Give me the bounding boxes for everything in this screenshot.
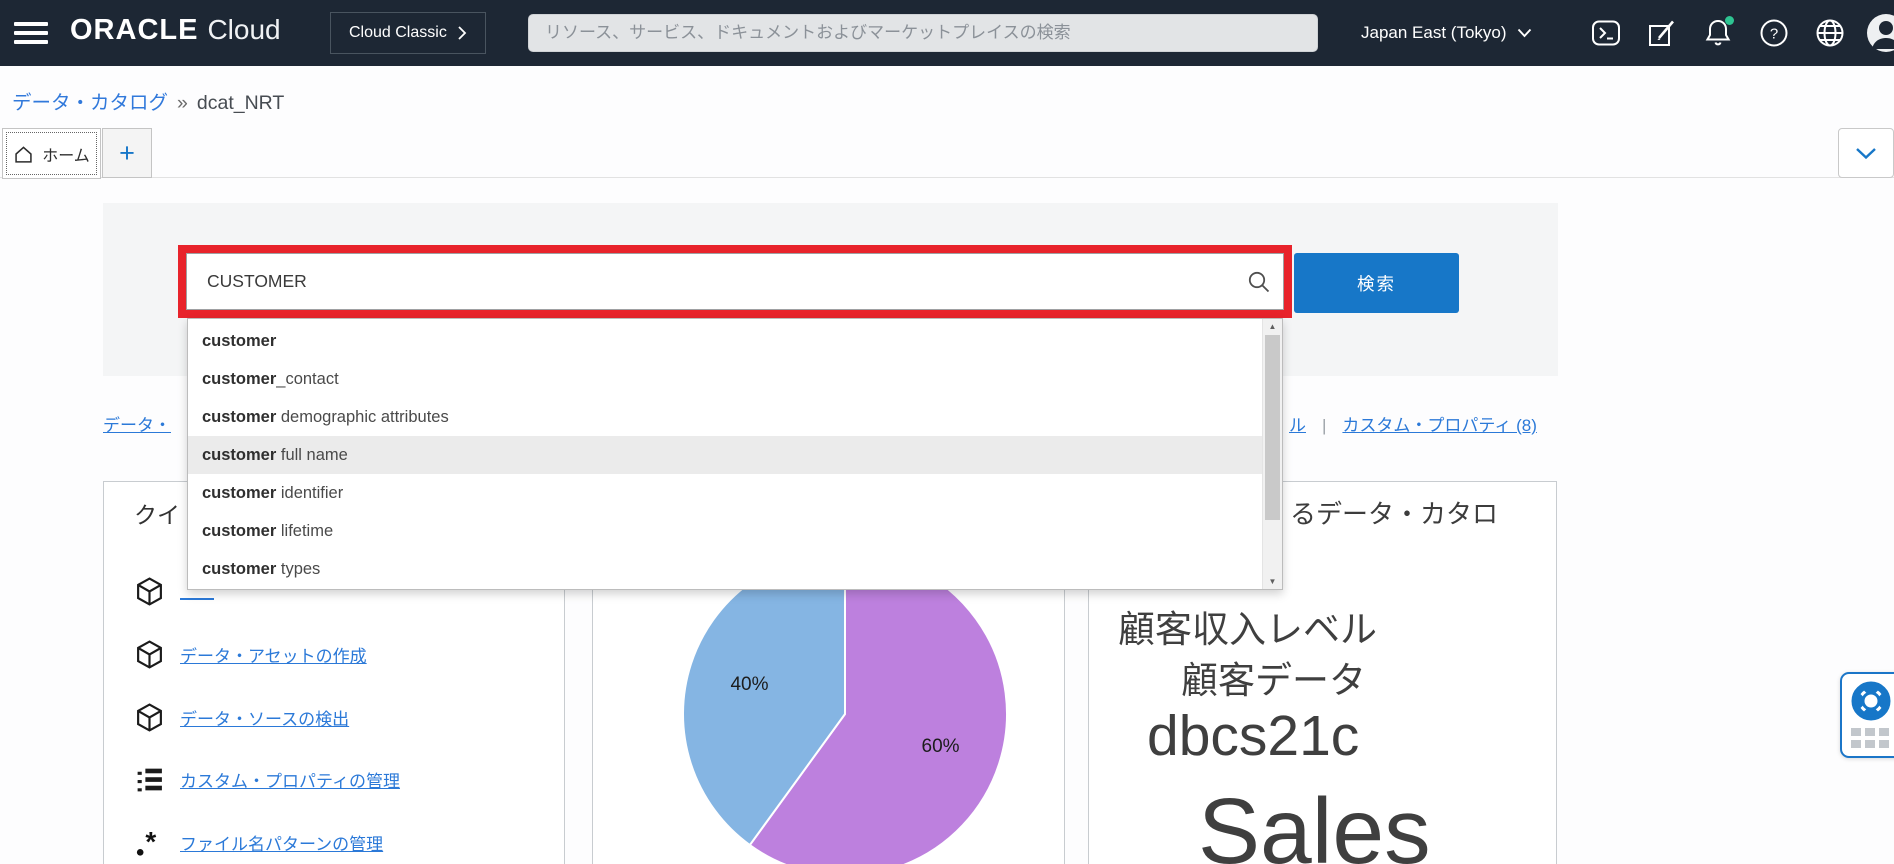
manage-custom-properties-link[interactable]: カスタム・プロパティの管理 xyxy=(180,767,400,792)
suggestion-item[interactable]: customer demographic attributes xyxy=(188,398,1282,436)
tabs-overflow-button[interactable] xyxy=(1838,128,1894,178)
pie-chart-svg: 60% 40% xyxy=(675,544,1015,864)
manage-filename-patterns-link[interactable]: ファイル名パターンの管理 xyxy=(180,830,383,855)
suggestion-bold: customer xyxy=(202,522,276,540)
data-asset-cube-icon xyxy=(134,702,165,733)
floating-help-widget[interactable] xyxy=(1840,672,1894,758)
hamburger-menu-icon[interactable] xyxy=(14,22,48,44)
language-globe-icon[interactable] xyxy=(1810,13,1850,53)
quick-actions-title-fragment: クイ xyxy=(134,496,180,530)
file-pattern-regex-icon: * xyxy=(134,827,165,858)
scroll-down-arrow-icon[interactable]: ▼ xyxy=(1263,574,1282,589)
svg-text:*: * xyxy=(145,827,156,857)
chevron-right-icon xyxy=(457,25,467,41)
edit-note-icon[interactable] xyxy=(1642,13,1682,53)
suggestion-item[interactable]: customer_contact xyxy=(188,360,1282,398)
word-cloud-word: 顧客収入レベル xyxy=(1118,611,1377,648)
global-search-input[interactable] xyxy=(528,14,1318,52)
oracle-cloud-data-catalog-screen: ORACLE Cloud Cloud Classic Japan East (T… xyxy=(0,0,1894,864)
chevron-down-icon xyxy=(1517,28,1532,38)
cloud-shell-icon[interactable] xyxy=(1586,13,1626,53)
dropdown-scrollbar[interactable]: ▲ ▼ xyxy=(1262,319,1282,589)
word-cloud-title-fragment: るデータ・カタロ xyxy=(1290,494,1498,531)
cloud-classic-label: Cloud Classic xyxy=(349,24,447,42)
add-tab-button[interactable]: + xyxy=(102,128,152,178)
suggestion-rest: _contact xyxy=(276,370,338,388)
word-cloud-word: Sales xyxy=(1198,785,1431,864)
create-data-asset-link[interactable]: データ・アセットの作成 xyxy=(180,642,367,667)
suggestion-item[interactable]: customer lifetime xyxy=(188,512,1282,550)
data-asset-cube-icon xyxy=(134,639,165,670)
summary-link-left-fragment[interactable]: データ・ xyxy=(103,411,171,436)
word-cloud-word: 顧客データ xyxy=(1181,662,1366,699)
discover-data-sources-link[interactable]: データ・ソースの検出 xyxy=(180,705,349,730)
search-magnifier-icon[interactable] xyxy=(1246,269,1272,295)
scroll-up-arrow-icon[interactable]: ▲ xyxy=(1263,319,1282,334)
breadcrumb: データ・カタログ » dcat_NRT xyxy=(12,86,284,115)
suggestion-item-highlighted[interactable]: customer full name xyxy=(188,436,1282,474)
quick-action-row: * ファイル名パターンの管理 xyxy=(134,827,383,858)
suggestion-bold: customer xyxy=(202,370,276,388)
home-icon xyxy=(13,144,34,164)
suggestion-bold: customer xyxy=(202,332,276,350)
profile-icon[interactable] xyxy=(1864,13,1894,53)
catalog-search-input[interactable] xyxy=(186,253,1284,310)
breadcrumb-current: dcat_NRT xyxy=(197,92,284,115)
suggestion-item[interactable]: customer xyxy=(188,322,1282,360)
quick-action-row: カスタム・プロパティの管理 xyxy=(134,764,400,795)
scrollbar-thumb[interactable] xyxy=(1265,335,1280,520)
summary-links-right: ル | カスタム・プロパティ (8) xyxy=(1289,411,1537,436)
links-separator: | xyxy=(1322,416,1326,436)
suggestion-rest: demographic attributes xyxy=(276,408,448,426)
search-suggestions-dropdown: customer customer_contact customer demog… xyxy=(187,318,1283,590)
svg-text:?: ? xyxy=(1770,26,1778,43)
suggestion-item[interactable]: customer identifier xyxy=(188,474,1282,512)
tabstrip-divider xyxy=(0,177,1894,178)
help-icon[interactable]: ? xyxy=(1754,13,1794,53)
notifications-bell-icon[interactable] xyxy=(1698,13,1738,53)
breadcrumb-separator: » xyxy=(177,92,188,115)
quick-action-row: データ・アセットの作成 xyxy=(134,639,367,670)
suggestion-rest: full name xyxy=(276,446,348,464)
life-buoy-icon xyxy=(1849,679,1893,723)
custom-properties-link[interactable]: カスタム・プロパティ (8) xyxy=(1342,411,1536,436)
suggestion-item[interactable]: customer types xyxy=(188,550,1282,588)
red-highlight-box xyxy=(178,245,1292,318)
suggestion-bold: customer xyxy=(202,446,276,464)
cloud-classic-button[interactable]: Cloud Classic xyxy=(330,12,486,54)
pie-slice-label: 60% xyxy=(922,736,960,757)
suggestion-rest: identifier xyxy=(276,484,343,502)
data-asset-cube-icon xyxy=(134,576,165,607)
quick-action-row: データ・ソースの検出 xyxy=(134,702,349,733)
breadcrumb-link-data-catalog[interactable]: データ・カタログ xyxy=(12,86,168,115)
suggestion-bold: customer xyxy=(202,408,276,426)
oracle-cloud-logo: ORACLE Cloud xyxy=(70,14,281,47)
region-selector[interactable]: Japan East (Tokyo) xyxy=(1361,0,1532,66)
properties-list-icon xyxy=(134,764,165,795)
suggestion-bold: customer xyxy=(202,560,276,578)
suggestion-rest: lifetime xyxy=(276,522,333,540)
pie-slice-label: 40% xyxy=(730,674,768,695)
drag-handle-dots[interactable] xyxy=(1851,728,1889,748)
brand-oracle: ORACLE xyxy=(70,14,198,47)
word-cloud-word: dbcs21c xyxy=(1147,708,1359,765)
region-label: Japan East (Tokyo) xyxy=(1361,23,1507,43)
tab-home-label: ホーム xyxy=(42,142,90,166)
suggestion-rest: types xyxy=(276,560,320,578)
summary-link-fragment[interactable]: ル xyxy=(1289,411,1306,436)
chevron-down-icon xyxy=(1855,147,1877,160)
search-submit-button[interactable]: 検索 xyxy=(1294,253,1459,313)
tab-home[interactable]: ホーム xyxy=(2,128,101,179)
app-header: ORACLE Cloud Cloud Classic Japan East (T… xyxy=(0,0,1894,66)
notification-dot xyxy=(1725,16,1734,25)
suggestion-bold: customer xyxy=(202,484,276,502)
brand-cloud: Cloud xyxy=(207,14,280,46)
